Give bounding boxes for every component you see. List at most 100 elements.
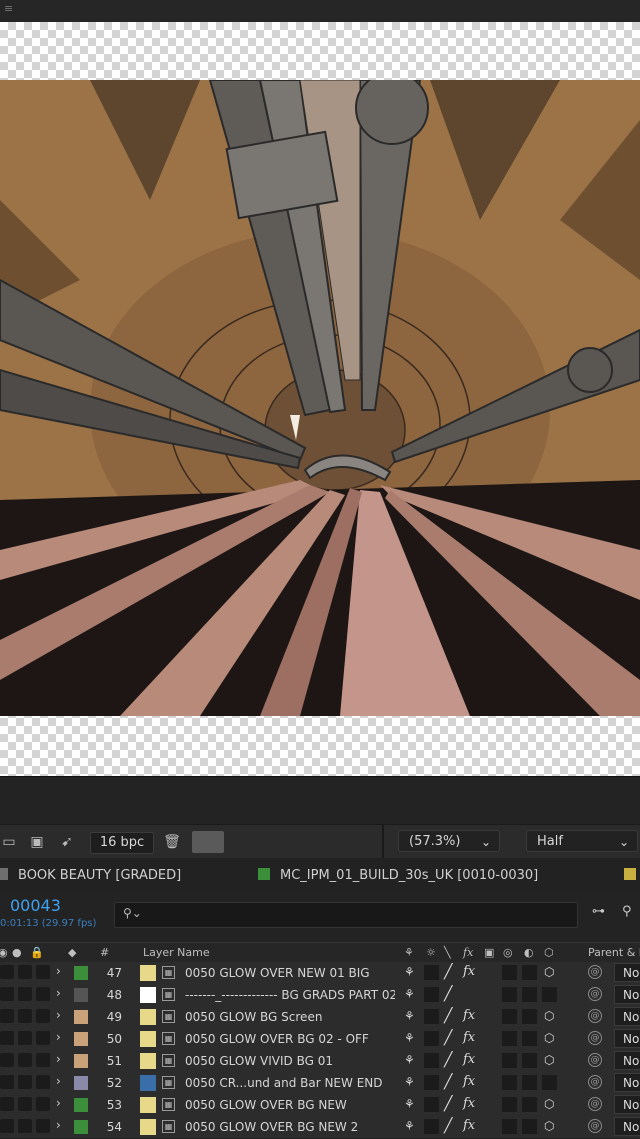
solo-toggle[interactable] bbox=[18, 965, 32, 979]
layer-row[interactable]: › 52 ▦ 0050 CR...und and Bar NEW END ⚘ ╱ fx @ No bbox=[0, 1072, 640, 1095]
label-color-chip[interactable] bbox=[74, 988, 88, 1002]
parent-dropdown[interactable]: No bbox=[614, 1007, 640, 1026]
layer-name[interactable]: 0050 GLOW OVER BG 02 - OFF bbox=[185, 1032, 395, 1046]
label-color-chip[interactable] bbox=[74, 1010, 88, 1024]
visibility-toggle[interactable] bbox=[0, 1031, 14, 1045]
render-rocket-icon[interactable]: ➹ bbox=[58, 833, 76, 851]
layer-row[interactable]: › 53 ▦ 0050 GLOW OVER BG NEW ⚘ ╱ fx ⬡ @ No bbox=[0, 1094, 640, 1117]
quality-slash-icon[interactable]: ╱ bbox=[444, 1008, 452, 1024]
parent-dropdown[interactable]: No bbox=[614, 1051, 640, 1070]
label-color-chip[interactable] bbox=[74, 1032, 88, 1046]
resolution-dropdown[interactable]: Half ⌄ bbox=[526, 830, 638, 852]
zoom-dropdown[interactable]: (57.3%) ⌄ bbox=[398, 830, 500, 852]
parent-dropdown[interactable]: No bbox=[614, 1095, 640, 1114]
motion-blur-switch[interactable] bbox=[502, 1053, 517, 1068]
lock-toggle[interactable] bbox=[36, 1119, 50, 1133]
fx-icon[interactable]: fx bbox=[463, 1118, 475, 1133]
motion-blur-switch[interactable] bbox=[502, 1009, 517, 1024]
solo-toggle[interactable] bbox=[18, 1009, 32, 1023]
pickwhip-icon[interactable]: @ bbox=[588, 1031, 602, 1045]
layer-name[interactable]: 0050 GLOW BG Screen bbox=[185, 1010, 395, 1024]
parent-dropdown[interactable]: No bbox=[614, 1029, 640, 1048]
solo-toggle[interactable] bbox=[18, 1119, 32, 1133]
solo-toggle[interactable] bbox=[18, 1053, 32, 1067]
lock-toggle[interactable] bbox=[36, 1009, 50, 1023]
layer-name[interactable]: 0050 GLOW OVER NEW 01 BIG bbox=[185, 966, 395, 980]
layer-name[interactable]: 0050 CR...und and Bar NEW END bbox=[185, 1076, 395, 1090]
motion-blur-switch[interactable] bbox=[502, 1031, 517, 1046]
layer-row[interactable]: › 49 ▦ 0050 GLOW BG Screen ⚘ ╱ fx ⬡ @ No bbox=[0, 1006, 640, 1029]
layer-row[interactable]: › 50 ▦ 0050 GLOW OVER BG 02 - OFF ⚘ ╱ fx ⬡ @ No bbox=[0, 1028, 640, 1051]
3d-layer-switch[interactable] bbox=[542, 1075, 557, 1090]
chevron-right-icon[interactable]: › bbox=[56, 986, 61, 1000]
comp-flowchart-icon[interactable]: ⊶ bbox=[592, 904, 605, 919]
shy-switch-icon[interactable]: ⚘ bbox=[404, 1119, 415, 1133]
3d-layer-switch[interactable] bbox=[542, 987, 557, 1002]
chevron-right-icon[interactable]: › bbox=[56, 1008, 61, 1022]
visibility-eye-icon[interactable]: ◉ bbox=[0, 946, 8, 959]
shy-switch-icon[interactable]: ⚘ bbox=[404, 965, 415, 979]
motion-blur-switch[interactable] bbox=[502, 1119, 517, 1134]
layer-row[interactable]: › 48 ▦ -------_------------- BG GRADS PART … bbox=[0, 984, 640, 1007]
solo-toggle[interactable] bbox=[18, 1075, 32, 1089]
visibility-toggle[interactable] bbox=[0, 987, 14, 1001]
collapse-switch[interactable] bbox=[424, 1053, 439, 1068]
lock-toggle[interactable] bbox=[36, 987, 50, 1001]
chevron-right-icon[interactable]: › bbox=[56, 1096, 61, 1110]
parent-dropdown[interactable]: No bbox=[614, 963, 640, 982]
solo-toggle[interactable] bbox=[18, 987, 32, 1001]
parent-dropdown[interactable]: No bbox=[614, 985, 640, 1004]
pickwhip-icon[interactable]: @ bbox=[588, 987, 602, 1001]
fx-icon[interactable]: fx bbox=[463, 1096, 475, 1111]
layer-name[interactable]: 0050 GLOW VIVID BG 01 bbox=[185, 1054, 395, 1068]
lock-icon[interactable]: 🔒 bbox=[30, 946, 44, 959]
solo-toggle[interactable] bbox=[18, 1097, 32, 1111]
layer-row[interactable]: › 54 ▦ 0050 GLOW OVER BG NEW 2 ⚘ ╱ fx ⬡ @ No bbox=[0, 1116, 640, 1139]
adjustment-switch[interactable] bbox=[522, 1053, 537, 1068]
collapse-switch[interactable] bbox=[424, 965, 439, 980]
lock-toggle[interactable] bbox=[36, 1075, 50, 1089]
shy-switch-icon[interactable]: ⚘ bbox=[404, 1075, 415, 1089]
visibility-toggle[interactable] bbox=[0, 1097, 14, 1111]
shy-switch-icon[interactable]: ⚘ bbox=[404, 1053, 415, 1067]
quality-slash-icon[interactable]: ╱ bbox=[444, 1052, 452, 1068]
layer-name[interactable]: 0050 GLOW OVER BG NEW bbox=[185, 1098, 395, 1112]
quality-slash-icon[interactable]: ╱ bbox=[444, 1096, 452, 1112]
chevron-right-icon[interactable]: › bbox=[56, 1052, 61, 1066]
lock-toggle[interactable] bbox=[36, 965, 50, 979]
search-input[interactable] bbox=[143, 905, 567, 925]
visibility-toggle[interactable] bbox=[0, 1009, 14, 1023]
motion-blur-switch[interactable] bbox=[502, 1075, 517, 1090]
chevron-right-icon[interactable]: › bbox=[56, 1118, 61, 1132]
visibility-toggle[interactable] bbox=[0, 1053, 14, 1067]
visibility-toggle[interactable] bbox=[0, 965, 14, 979]
layer-row[interactable]: › 47 ▦ 0050 GLOW OVER NEW 01 BIG ⚘ ╱ fx ⬡ @ No bbox=[0, 962, 640, 985]
lock-toggle[interactable] bbox=[36, 1053, 50, 1067]
lock-toggle[interactable] bbox=[36, 1031, 50, 1045]
collapse-switch[interactable] bbox=[424, 1119, 439, 1134]
bit-depth-button[interactable]: 16 bpc bbox=[90, 832, 154, 854]
quality-slash-icon[interactable]: ╱ bbox=[444, 964, 452, 980]
shy-switch-icon[interactable]: ⚘ bbox=[404, 1097, 415, 1111]
3d-layer-icon[interactable]: ⬡ bbox=[544, 1053, 554, 1067]
layer-name[interactable]: 0050 GLOW OVER BG NEW 2 bbox=[185, 1120, 395, 1134]
parent-dropdown[interactable]: No bbox=[614, 1117, 640, 1136]
panel-menu-icon[interactable]: ≡ bbox=[0, 0, 17, 17]
current-timecode[interactable]: 00043 bbox=[10, 896, 61, 915]
folder-icon[interactable]: ▭ bbox=[0, 833, 18, 851]
collapse-switch[interactable] bbox=[424, 1075, 439, 1090]
adjustment-switch[interactable] bbox=[522, 965, 537, 980]
shy-switch-icon[interactable]: ⚘ bbox=[404, 987, 415, 1001]
fx-icon[interactable]: fx bbox=[463, 964, 475, 979]
pickwhip-icon[interactable]: @ bbox=[588, 1119, 602, 1133]
adjustment-switch[interactable] bbox=[522, 1075, 537, 1090]
layer-name[interactable]: -------_------------- BG GRADS PART 02 bbox=[185, 988, 395, 1002]
adjustment-switch[interactable] bbox=[522, 987, 537, 1002]
3d-layer-icon[interactable]: ⬡ bbox=[544, 1031, 554, 1045]
quality-slash-icon[interactable]: ╱ bbox=[444, 1118, 452, 1134]
collapse-switch[interactable] bbox=[424, 1097, 439, 1112]
adjustment-switch[interactable] bbox=[522, 1031, 537, 1046]
pickwhip-icon[interactable]: @ bbox=[588, 1075, 602, 1089]
shy-switch-icon[interactable]: ⚘ bbox=[404, 1009, 415, 1023]
pickwhip-icon[interactable]: @ bbox=[588, 1097, 602, 1111]
